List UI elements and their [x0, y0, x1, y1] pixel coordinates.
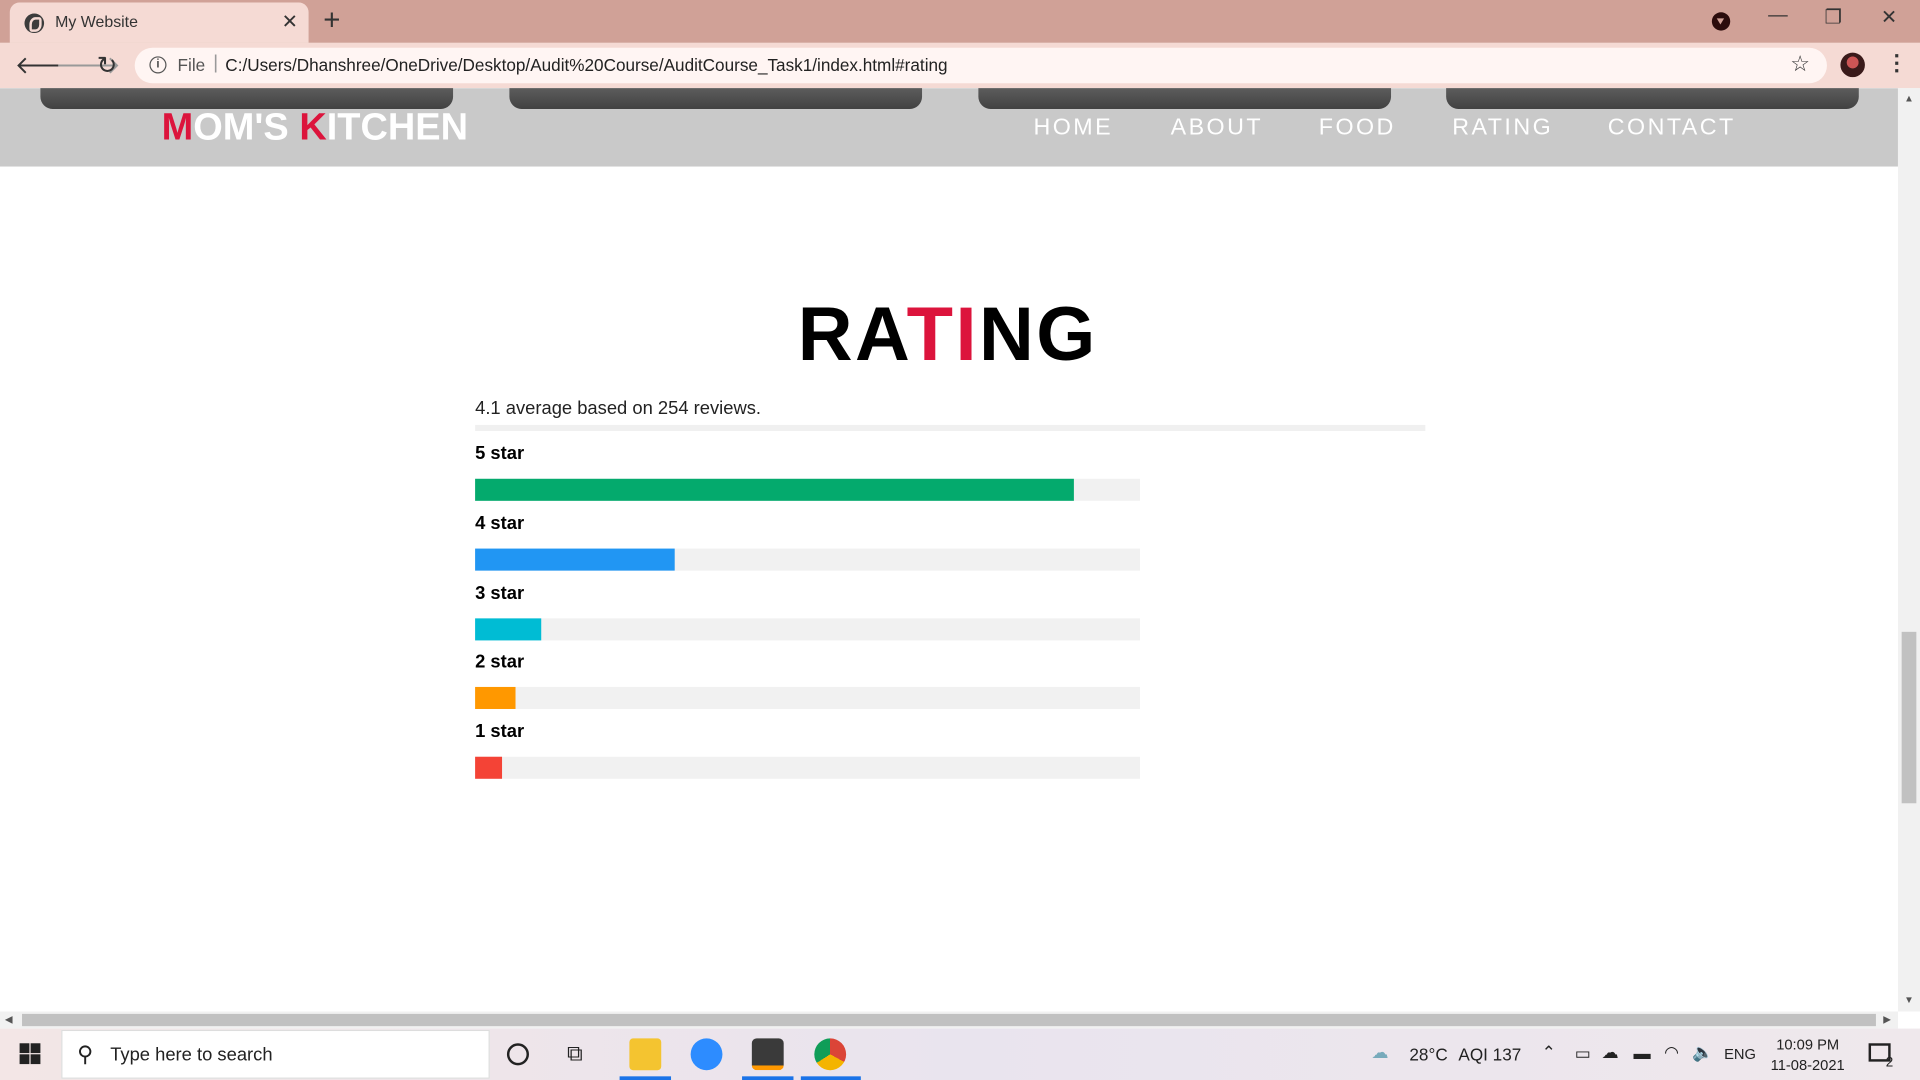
site-navbar: MOM'S KITCHEN HOME ABOUT FOOD RATING CON…	[0, 88, 1898, 167]
horizontal-scroll-thumb[interactable]	[22, 1013, 1876, 1027]
zoom-icon[interactable]	[690, 1038, 723, 1071]
vertical-scroll-thumb[interactable]	[1901, 631, 1917, 804]
heading-accent: I	[955, 292, 980, 378]
browser-titlebar: My Website ✕ + — ❐ ✕	[0, 0, 1920, 43]
notification-count-badge: 2	[1885, 1055, 1894, 1071]
windows-start-icon[interactable]	[19, 1043, 41, 1065]
weather-icon[interactable]: ☁	[1371, 1042, 1388, 1063]
avatar[interactable]	[1840, 52, 1865, 78]
site-logo[interactable]: MOM'S KITCHEN	[162, 105, 468, 149]
food-card-image	[978, 88, 1392, 109]
nav-food[interactable]: FOOD	[1319, 115, 1396, 142]
bar-fill-4	[475, 548, 675, 571]
clock-time: 10:09 PM	[1776, 1035, 1840, 1054]
close-tab-icon[interactable]: ✕	[282, 10, 298, 34]
heading-part: RA	[797, 292, 907, 378]
logo-text: ITCHEN	[326, 105, 469, 149]
bookmark-star-icon[interactable]: ☆	[1790, 51, 1810, 77]
language-indicator[interactable]: ENG	[1724, 1046, 1756, 1063]
star-label-1: 1 star	[475, 721, 525, 743]
address-bar[interactable]: i File | C:/Users/Dhanshree/OneDrive/Des…	[134, 47, 1827, 84]
bar-fill-1	[475, 756, 502, 779]
wifi-icon[interactable]: ◠	[1664, 1042, 1679, 1063]
new-tab-button[interactable]: +	[323, 4, 340, 38]
sublime-text-icon[interactable]	[751, 1038, 784, 1071]
page-viewport: MOM'S KITCHEN HOME ABOUT FOOD RATING CON…	[0, 88, 1898, 1012]
scroll-down-arrow-icon[interactable]: ▼	[1904, 994, 1914, 1005]
active-indicator	[742, 1076, 794, 1080]
search-placeholder: Type here to search	[110, 1044, 273, 1066]
close-window-button[interactable]: ✕	[1881, 5, 1897, 29]
scroll-up-arrow-icon[interactable]: ▲	[1904, 93, 1914, 104]
active-indicator	[619, 1076, 672, 1080]
nav-rating[interactable]: RATING	[1452, 115, 1553, 142]
food-card-image	[509, 88, 923, 109]
weather-temp[interactable]: 28°C	[1409, 1044, 1447, 1064]
horizontal-scrollbar[interactable]: ◀ ▶	[0, 1011, 1898, 1029]
cortana-icon[interactable]	[506, 1043, 529, 1066]
vertical-scrollbar[interactable]: ▲ ▼	[1897, 88, 1920, 1012]
logo-text: OM'S	[193, 105, 300, 149]
star-label-4: 4 star	[475, 513, 525, 534]
star-label-5: 5 star	[475, 443, 525, 465]
taskbar-search-input[interactable]: ⚲ Type here to search	[61, 1029, 490, 1079]
rating-heading: RATING	[0, 291, 1896, 378]
bar-fill-3	[475, 618, 542, 641]
scroll-right-arrow-icon[interactable]: ▶	[1883, 1014, 1891, 1025]
taskbar-clock[interactable]: 10:09 PM 11-08-2021	[1771, 1035, 1845, 1077]
clock-date: 11-08-2021	[1770, 1056, 1845, 1074]
battery-icon[interactable]: ▬	[1633, 1043, 1650, 1063]
chevron-up-icon[interactable]: ⌃	[1542, 1042, 1556, 1063]
divider	[475, 424, 1426, 432]
average-rating-text: 4.1 average based on 254 reviews.	[475, 397, 762, 419]
globe-icon	[24, 13, 45, 34]
browser-toolbar: 🡐 🡒 ↻ i File | C:/Users/Dhanshree/OneDri…	[0, 42, 1920, 89]
nav-home[interactable]: HOME	[1033, 115, 1113, 142]
bar-track-3	[475, 618, 1141, 641]
bar-track-2	[475, 686, 1141, 709]
chrome-icon[interactable]	[814, 1038, 847, 1071]
bar-track-5	[475, 478, 1141, 501]
search-icon: ⚲	[77, 1042, 94, 1067]
aqi-text[interactable]: AQI 137	[1458, 1044, 1521, 1064]
kebab-menu-icon[interactable]: ⋮	[1886, 50, 1908, 76]
volume-icon[interactable]: 🔈	[1692, 1042, 1713, 1063]
meet-icon[interactable]: ▭	[1575, 1043, 1591, 1064]
food-card-image	[1446, 88, 1859, 109]
onedrive-cloud-icon[interactable]: ☁	[1602, 1042, 1619, 1063]
scroll-left-arrow-icon[interactable]: ◀	[5, 1014, 13, 1025]
star-label-3: 3 star	[475, 582, 525, 604]
minimize-button[interactable]: —	[1768, 5, 1788, 27]
active-indicator	[800, 1076, 861, 1080]
url-text[interactable]: C:/Users/Dhanshree/OneDrive/Desktop/Audi…	[225, 55, 947, 75]
heading-part: NG	[979, 292, 1098, 378]
logo-letter: M	[161, 105, 194, 149]
nav-contact[interactable]: CONTACT	[1608, 115, 1736, 142]
logo-letter: K	[299, 105, 327, 149]
file-explorer-icon[interactable]	[629, 1038, 662, 1071]
tab-title: My Website	[55, 12, 138, 31]
info-icon[interactable]: i	[149, 56, 167, 74]
profile-menu-icon[interactable]	[1711, 12, 1731, 31]
bar-track-4	[475, 548, 1141, 571]
heading-accent: T	[906, 292, 956, 378]
windows-taskbar: ⚲ Type here to search ⧉ ☁ 28°C AQI 137 ⌃…	[0, 1028, 1920, 1080]
reload-button[interactable]: ↻	[97, 50, 118, 81]
task-view-icon[interactable]: ⧉	[567, 1041, 583, 1067]
bar-fill-2	[475, 686, 515, 709]
browser-tab[interactable]: My Website ✕	[9, 2, 309, 43]
nav-about[interactable]: ABOUT	[1171, 115, 1263, 142]
bar-fill-5	[475, 478, 1074, 501]
url-scheme: File	[177, 55, 206, 75]
restore-button[interactable]: ❐	[1825, 5, 1843, 29]
bar-track-1	[475, 756, 1141, 779]
url-separator: |	[213, 52, 219, 74]
star-label-2: 2 star	[475, 651, 525, 673]
